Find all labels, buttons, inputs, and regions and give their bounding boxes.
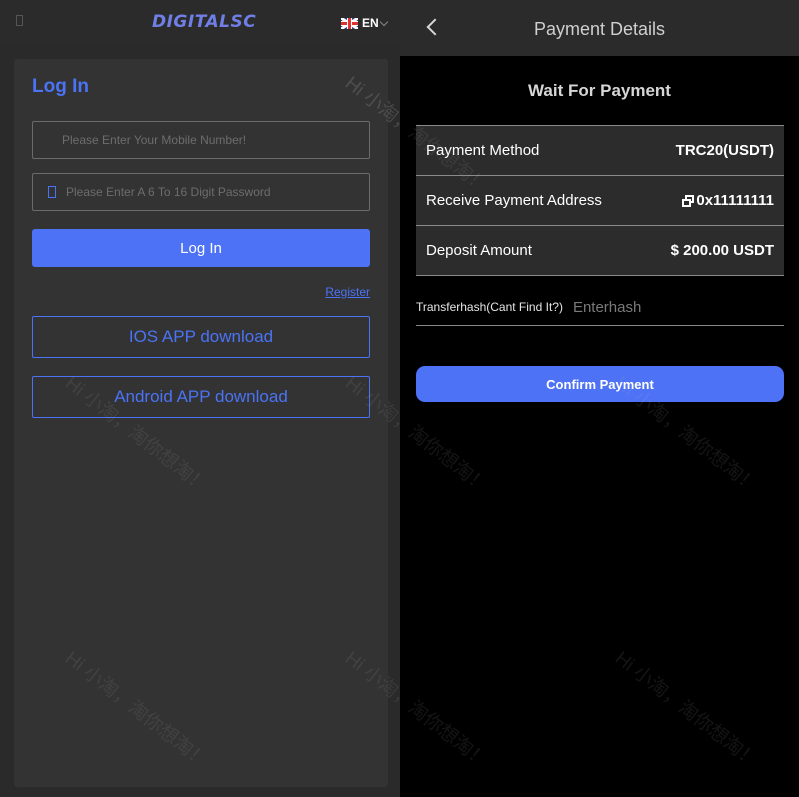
address-copy[interactable]: 0x11111111 [682,192,774,209]
detail-label: Deposit Amount [426,242,532,259]
menu-icon[interactable] [16,15,23,26]
login-card: Log In Log In Register IOS APP download … [14,59,388,787]
detail-label: Receive Payment Address [426,192,602,209]
login-screen: DIGITALSC EN Log In Log In Register IOS … [0,0,492,797]
app-logo: DIGITALSC [152,12,257,32]
uk-flag-icon [341,17,358,29]
transfer-hash-input[interactable] [572,298,753,316]
payment-screen: Payment Details Wait For Payment Payment… [341,0,799,797]
detail-row-receive-address: Receive Payment Address 0x11111111 [416,176,784,226]
transfer-hash-row: Transferhash(Cant Find It?) [416,289,784,326]
register-link[interactable]: Register [325,285,370,299]
password-field[interactable] [32,173,370,211]
login-button[interactable]: Log In [32,229,370,267]
chevron-down-icon [379,17,388,26]
top-bar: DIGITALSC EN [0,0,400,46]
copy-icon[interactable] [682,194,695,207]
detail-value: 0x11111111 [696,192,774,209]
detail-value: TRC20(USDT) [675,142,774,159]
transfer-hash-label[interactable]: Transferhash(Cant Find It?) [416,300,563,314]
detail-label: Payment Method [426,142,540,159]
detail-value: $ 200.00 USDT [670,242,774,259]
lock-icon [48,186,56,198]
phone-input[interactable] [33,133,369,147]
detail-row-payment-method: Payment Method TRC20(USDT) [416,126,784,176]
detail-row-deposit-amount: Deposit Amount $ 200.00 USDT [416,226,784,276]
language-selector[interactable]: EN [341,15,388,31]
payment-details-table: Payment Method TRC20(USDT) Receive Payme… [416,125,784,276]
payment-status: Wait For Payment [528,81,671,100]
confirm-payment-button[interactable]: Confirm Payment [416,366,784,402]
page-title: Payment Details [533,19,666,39]
watermark: Hi 小淘，淘你想淘！ [610,647,762,773]
android-download-button[interactable]: Android APP download [32,376,370,418]
login-title: Log In [32,76,89,97]
phone-field[interactable] [32,121,370,159]
ios-download-button[interactable]: IOS APP download [32,316,370,358]
payment-header: Payment Details [400,0,799,56]
password-input[interactable] [56,185,369,199]
language-label: EN [362,16,379,30]
